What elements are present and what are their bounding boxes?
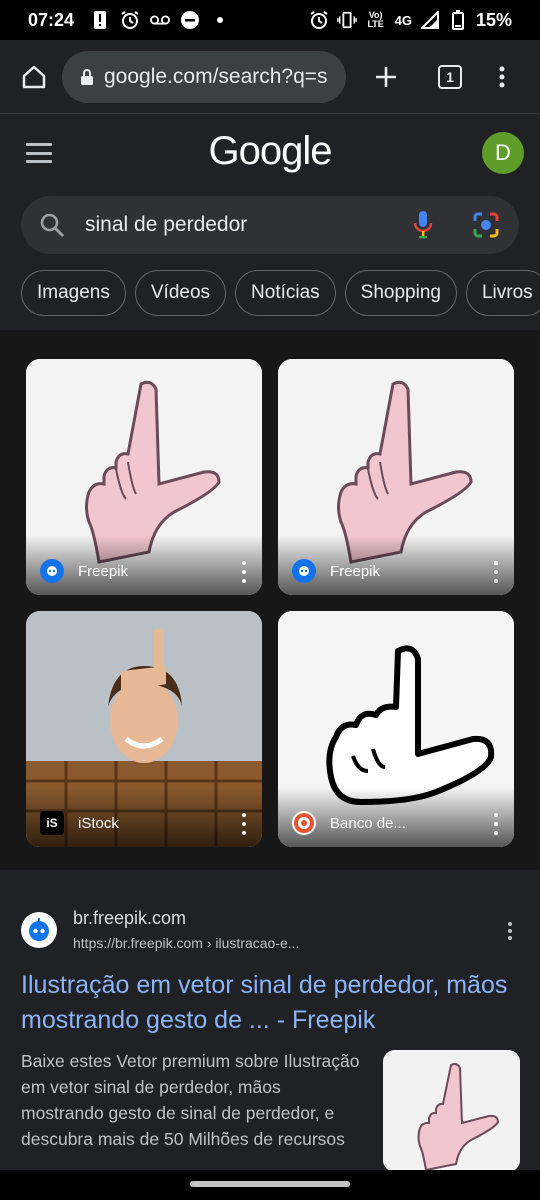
battery-percent: 15% <box>475 9 512 30</box>
alert-icon <box>90 10 110 30</box>
browser-menu-button[interactable] <box>482 57 522 97</box>
do-not-disturb-icon <box>180 10 200 30</box>
status-time: 07:24 <box>28 9 75 30</box>
google-logo[interactable]: Google <box>0 129 540 174</box>
lock-icon <box>81 68 93 85</box>
more-vert-icon[interactable] <box>492 561 500 583</box>
result-more-icon[interactable] <box>508 922 514 940</box>
image-results: Freepik Freepik iS iStock Banco de... <box>0 330 540 870</box>
web-result: br.freepik.com https://br.freepik.com › … <box>0 882 540 1172</box>
search-box[interactable]: sinal de perdedor <box>21 196 519 254</box>
image-card[interactable]: iS iStock <box>26 611 262 847</box>
chip-livros[interactable]: Livros <box>465 270 540 316</box>
google-header: Google D <box>0 115 540 195</box>
plus-icon <box>376 66 396 87</box>
vibrate-icon <box>336 10 357 30</box>
result-snippet: Baixe estes Vetor premium sobre Ilustraç… <box>21 1051 360 1149</box>
freepik-icon <box>40 559 64 583</box>
home-gesture-handle[interactable] <box>190 1181 350 1187</box>
image-source: Freepik <box>330 562 381 580</box>
freepik-icon <box>292 559 316 583</box>
search-input[interactable]: sinal de perdedor <box>85 213 411 237</box>
status-bar: 07:24 Vo) LTE 4G 15% <box>0 0 540 40</box>
result-url: https://br.freepik.com › ilustracao-e... <box>73 935 300 951</box>
image-card[interactable]: Banco de... <box>278 611 514 847</box>
home-icon <box>22 65 46 88</box>
image-card[interactable]: Freepik <box>278 359 514 595</box>
new-tab-button[interactable] <box>366 57 406 97</box>
freepik-favicon-icon <box>21 911 57 948</box>
browser-toolbar: google.com/search?q=s 1 <box>0 40 540 114</box>
chip-noticias[interactable]: Notícias <box>235 270 336 316</box>
image-source: Banco de... <box>330 814 406 832</box>
image-card[interactable]: Freepik <box>26 359 262 595</box>
tab-switcher-button[interactable]: 1 <box>430 57 470 97</box>
result-thumbnail[interactable] <box>383 1050 520 1172</box>
voicemail-icon <box>150 10 171 30</box>
account-avatar[interactable]: D <box>482 132 524 174</box>
loser-hand-thumbnail <box>383 1050 520 1172</box>
chip-videos[interactable]: Vídeos <box>134 270 227 316</box>
chip-shopping[interactable]: Shopping <box>344 270 457 316</box>
more-vert-icon[interactable] <box>492 813 500 835</box>
signal-icon <box>420 10 440 30</box>
more-vert-icon <box>499 66 505 87</box>
gesture-navigation-bar <box>0 1170 540 1200</box>
image-source: iStock <box>78 814 119 832</box>
tab-count: 1 <box>438 64 462 89</box>
result-title-link[interactable]: Ilustração em vetor sinal de perdedor, m… <box>21 968 511 1038</box>
volte-label: Vo) LTE <box>367 10 384 29</box>
more-vert-icon[interactable] <box>240 561 248 583</box>
image-source: Freepik <box>78 562 129 580</box>
result-domain: br.freepik.com <box>73 908 187 928</box>
more-vert-icon[interactable] <box>240 813 248 835</box>
istock-icon: iS <box>40 811 64 835</box>
battery-icon <box>448 10 468 30</box>
lens-icon[interactable] <box>471 210 501 240</box>
voice-search-icon[interactable] <box>411 210 435 240</box>
url-bar[interactable]: google.com/search?q=s <box>62 50 346 103</box>
notification-dot-icon <box>210 10 230 30</box>
network-type: 4G <box>394 12 412 28</box>
url-text: google.com/search?q=s <box>104 64 328 88</box>
alarm-icon <box>120 10 140 30</box>
result-header[interactable]: br.freepik.com https://br.freepik.com › … <box>21 908 299 951</box>
filter-chips: Imagens Vídeos Notícias Shopping Livros <box>21 270 540 318</box>
search-icon <box>40 213 64 237</box>
canstock-icon <box>292 811 316 835</box>
home-button[interactable] <box>14 57 54 97</box>
chip-imagens[interactable]: Imagens <box>21 270 126 316</box>
alarm-icon-right <box>309 10 329 30</box>
